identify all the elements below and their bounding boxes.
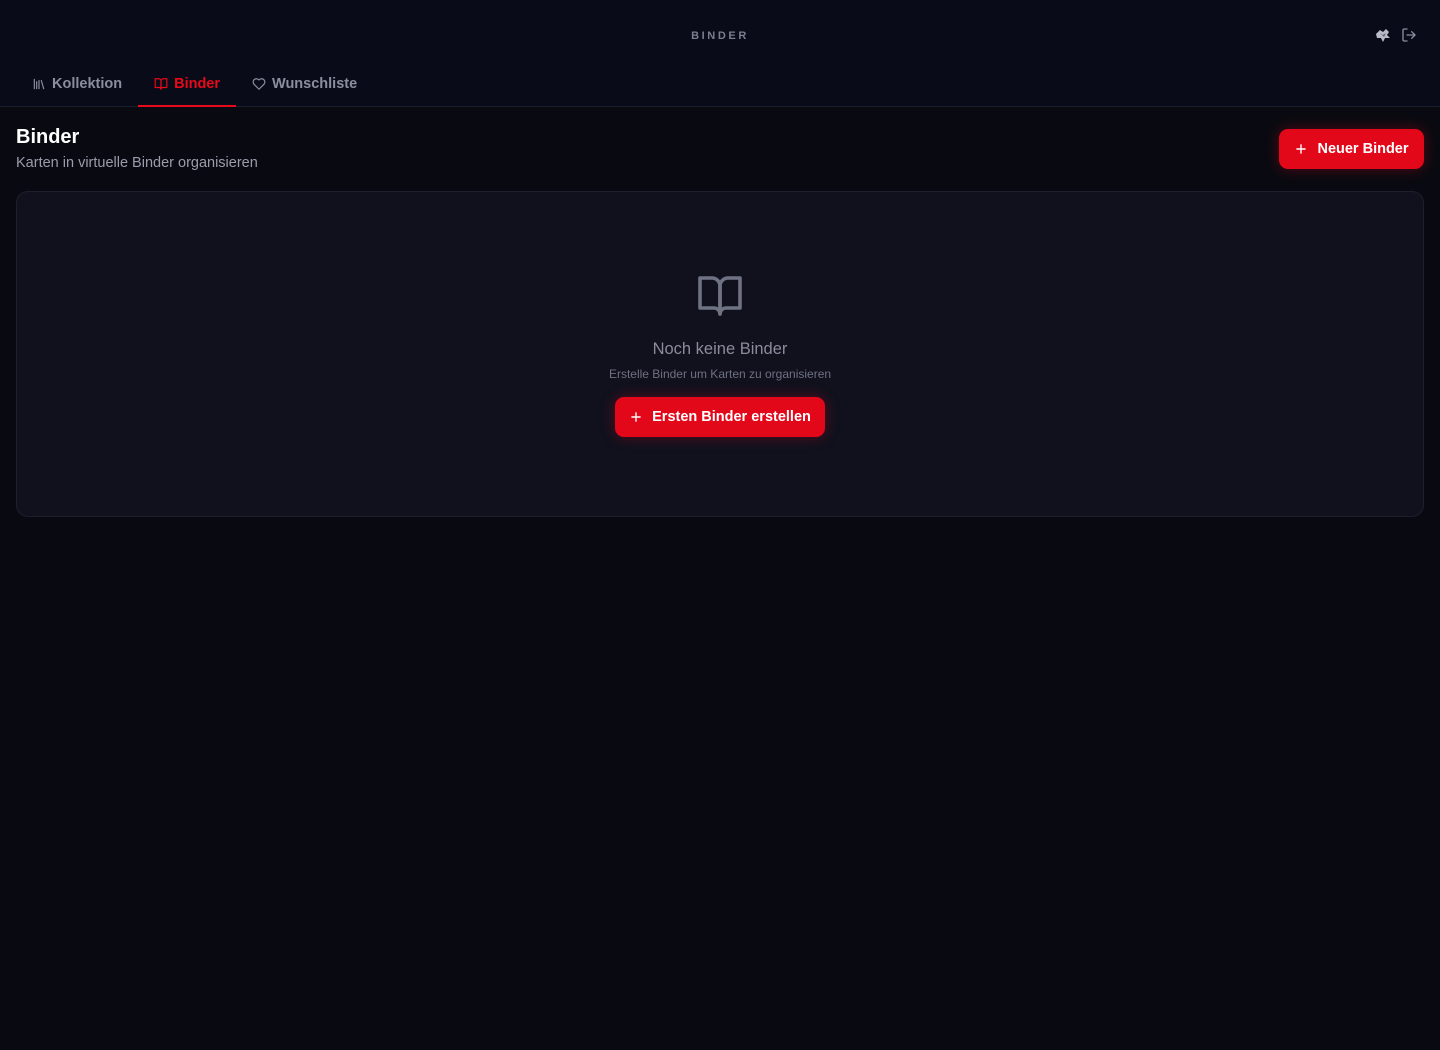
book-open-icon bbox=[698, 276, 742, 316]
logout-icon[interactable] bbox=[1400, 26, 1418, 44]
page-header: Binder Karten in virtuelle Binder organi… bbox=[0, 107, 1440, 191]
tab-binder[interactable]: Binder bbox=[138, 62, 236, 107]
tab-label: Binder bbox=[174, 76, 221, 92]
empty-state-subtitle: Erstelle Binder um Karten zu organisiere… bbox=[608, 367, 832, 381]
tab-wunschliste[interactable]: Wunschliste bbox=[236, 62, 373, 106]
page-subtitle: Karten in virtuelle Binder organisieren bbox=[16, 155, 258, 171]
plus-icon bbox=[631, 412, 641, 422]
top-bar: BINDER bbox=[0, 0, 1440, 62]
page-title: Binder bbox=[16, 126, 80, 148]
tab-label: Kollektion bbox=[52, 76, 123, 92]
app-title: BINDER bbox=[691, 30, 749, 42]
heart-icon bbox=[252, 78, 266, 90]
new-binder-label: Neuer Binder bbox=[1317, 141, 1409, 157]
book-open-icon bbox=[154, 78, 168, 90]
topbar-actions bbox=[1374, 26, 1418, 44]
tab-kollektion[interactable]: Kollektion bbox=[16, 62, 138, 106]
empty-state: Noch keine Binder Erstelle Binder um Kar… bbox=[17, 272, 1423, 437]
tab-label: Wunschliste bbox=[272, 76, 358, 92]
library-icon bbox=[33, 78, 45, 90]
create-first-binder-label: Ersten Binder erstellen bbox=[652, 409, 811, 425]
tab-bar: Kollektion Binder Wunschliste bbox=[0, 62, 1440, 107]
new-binder-button[interactable]: Neuer Binder bbox=[1279, 129, 1424, 169]
create-first-binder-button[interactable]: Ersten Binder erstellen bbox=[615, 397, 825, 437]
avatar[interactable] bbox=[1374, 26, 1392, 44]
empty-state-card: Noch keine Binder Erstelle Binder um Kar… bbox=[16, 191, 1424, 517]
empty-state-title: Noch keine Binder bbox=[652, 340, 788, 358]
plus-icon bbox=[1296, 144, 1307, 154]
